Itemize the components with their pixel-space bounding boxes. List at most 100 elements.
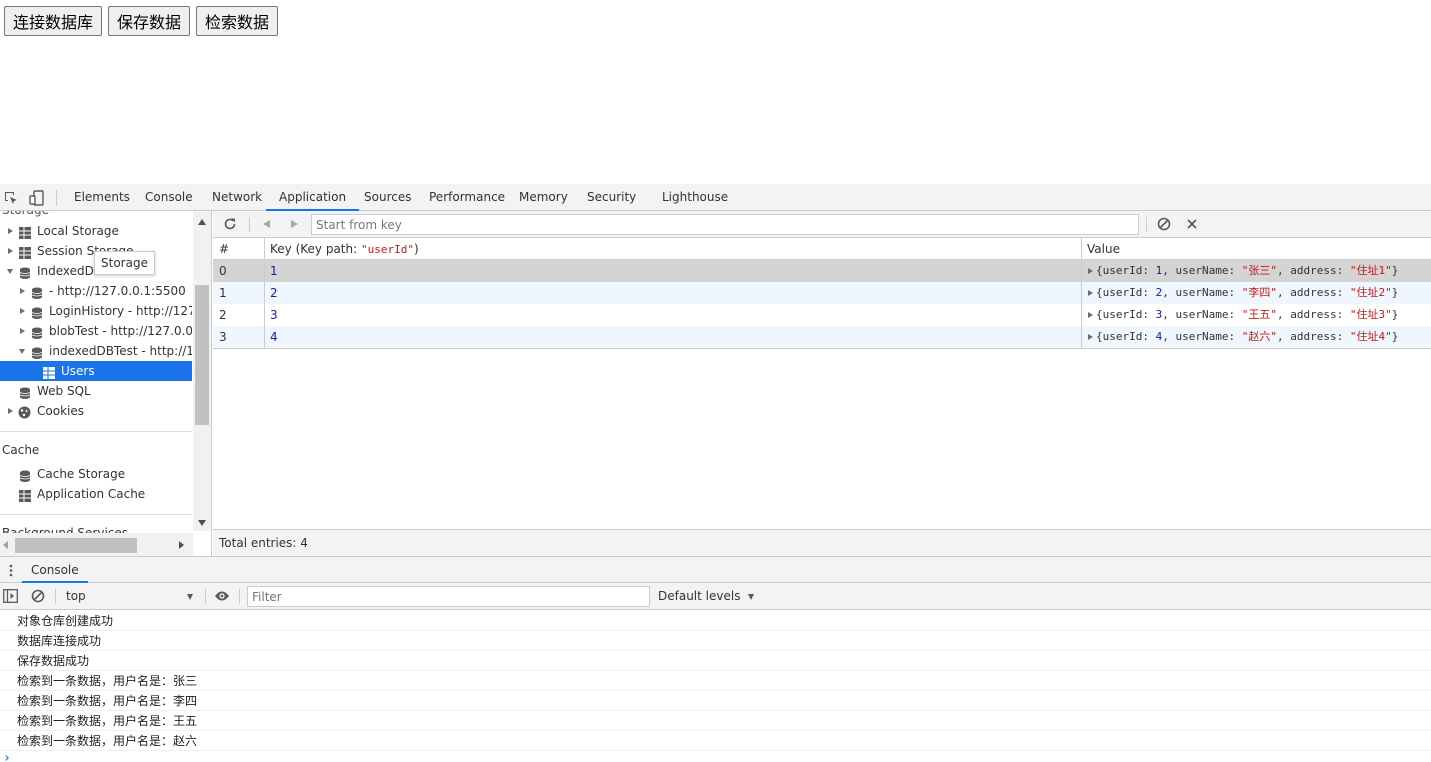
row-value[interactable]: {userId: 3, userName: "王五", address: "住址… [1082,304,1431,326]
more-tabs-icon[interactable] [9,564,13,580]
sidebar-item-label: Cache Storage [37,467,126,481]
scroll-up-arrow-icon[interactable] [198,219,206,225]
expand-arrow-icon[interactable] [8,248,13,254]
tab-application[interactable]: Application [266,184,360,211]
delete-selected-icon[interactable] [1185,217,1199,234]
expand-arrow-icon[interactable] [20,328,25,334]
sidebar-item-db-blobtest[interactable]: blobTest - http://127.0.0.1:5500 [0,321,192,341]
sidebar-item-label: - http://127.0.0.1:5500 [49,284,186,298]
log-levels-dropdown[interactable]: Default levels [658,583,755,610]
key-path-value: "userId" [360,243,414,256]
table-row[interactable]: 2 3 {userId: 3, userName: "王五", address:… [213,304,1431,326]
expand-arrow-icon[interactable] [8,408,13,414]
value-address: "住址2" [1349,286,1392,299]
table-row[interactable]: 0 1 {userId: 1, userName: "张三", address:… [213,260,1431,282]
sidebar-divider [0,431,192,432]
sidebar-item-application-cache[interactable]: Application Cache [0,484,192,504]
clear-store-icon[interactable] [1157,217,1171,234]
scroll-down-arrow-icon[interactable] [198,520,206,526]
tabbar-separator [56,190,57,206]
sidebar-vertical-scrollbar[interactable] [193,211,211,531]
expand-arrow-icon[interactable] [1088,290,1093,296]
connect-db-button[interactable]: 连接数据库 [4,6,103,36]
tab-sources[interactable]: Sources [362,184,413,211]
next-page-icon[interactable] [291,220,298,228]
refresh-icon[interactable] [223,217,237,234]
row-value[interactable]: {userId: 4, userName: "赵六", address: "住址… [1082,326,1431,348]
tab-elements[interactable]: Elements [72,184,132,211]
sidebar-item-users-store[interactable]: Users [0,361,192,381]
sidebar-item-label: IndexedDB [37,264,103,278]
console-prompt-chevron-icon[interactable] [3,755,9,761]
tab-performance[interactable]: Performance [427,184,507,211]
expand-arrow-icon[interactable] [20,308,25,314]
value-close: } [1391,264,1399,277]
show-sidebar-icon[interactable] [3,589,18,606]
database-icon [31,285,43,299]
toolbar-separator [205,589,206,604]
value-address: "住址3" [1349,308,1392,321]
expand-arrow-icon[interactable] [1088,312,1093,318]
tab-memory[interactable]: Memory [517,184,570,211]
sidebar-item-label: Application Cache [37,487,146,501]
sidebar-item-web-sql[interactable]: Web SQL [0,381,192,401]
sidebar-item-label: Cookies [37,404,84,418]
chevron-down-icon [748,593,755,600]
sidebar-item-label: Web SQL [37,384,91,398]
row-key: 3 [270,308,278,322]
database-icon [19,468,31,482]
sidebar-item-cache-storage[interactable]: Cache Storage [0,464,192,484]
expand-arrow-icon[interactable] [20,288,25,294]
tab-lighthouse[interactable]: Lighthouse [660,184,730,211]
value-address: "住址1" [1349,264,1392,277]
column-divider[interactable] [264,238,265,348]
scrollbar-thumb[interactable] [15,538,137,553]
live-expression-eye-icon[interactable] [214,590,230,605]
search-data-button[interactable]: 检索数据 [196,6,279,36]
storage-tooltip: Storage [94,251,155,275]
drawer-tab-console[interactable]: Console [22,557,88,583]
background-services-heading-clipped: Background Services [2,526,129,533]
scroll-left-arrow-icon[interactable] [3,541,8,549]
sidebar-item-local-storage[interactable]: Local Storage [0,221,192,241]
sidebar-item-db-indexeddbtest[interactable]: indexedDBTest - http://127.0.0.1:5500 [0,341,192,361]
expand-arrow-icon[interactable] [8,228,13,234]
start-from-key-input[interactable] [311,214,1139,235]
column-header-key[interactable]: Key (Key path: "userId") [265,238,1081,260]
expand-arrow-icon[interactable] [1088,268,1093,274]
sidebar-item-label: Local Storage [37,224,119,238]
row-key: 2 [270,286,278,300]
column-header-index[interactable]: # [214,238,264,260]
row-value[interactable]: {userId: 1, userName: "张三", address: "住址… [1082,260,1431,282]
table-row[interactable]: 3 4 {userId: 4, userName: "赵六", address:… [213,326,1431,349]
inspect-element-icon[interactable] [3,190,19,206]
tab-security[interactable]: Security [585,184,638,211]
value-username: "张三" [1241,264,1277,277]
clear-console-icon[interactable] [31,589,45,606]
sidebar-item-db-loginhistory[interactable]: LoginHistory - http://127.0.0.1:5500 [0,301,192,321]
toolbar-separator [249,217,250,232]
row-value[interactable]: {userId: 2, userName: "李四", address: "住址… [1082,282,1431,304]
value-sep-address: , address: [1276,330,1350,343]
console-message: 检索到一条数据，用户名是：张三 [0,671,1431,691]
sidebar-item-cookies[interactable]: Cookies [0,401,192,421]
console-filter-input[interactable] [247,586,650,607]
previous-page-icon[interactable] [263,220,270,228]
device-toolbar-icon[interactable] [29,190,45,206]
collapse-arrow-icon[interactable] [19,349,25,354]
context-selector[interactable]: top [62,587,198,606]
tab-console[interactable]: Console [143,184,195,211]
column-header-value[interactable]: Value [1082,238,1431,260]
sidebar-item-label: indexedDBTest - http://127.0.0.1:5500 [49,344,192,358]
column-divider[interactable] [1081,238,1082,348]
collapse-arrow-icon[interactable] [7,269,13,274]
row-index: 1 [219,286,227,300]
expand-arrow-icon[interactable] [1088,334,1093,340]
sidebar-item-db-unnamed[interactable]: - http://127.0.0.1:5500 [0,281,192,301]
scroll-right-arrow-icon[interactable] [179,541,184,549]
sidebar-horizontal-scrollbar[interactable] [0,533,193,556]
scrollbar-thumb[interactable] [195,285,209,425]
save-data-button[interactable]: 保存数据 [108,6,191,36]
tab-network[interactable]: Network [210,184,264,211]
table-row[interactable]: 1 2 {userId: 2, userName: "李四", address:… [213,282,1431,304]
